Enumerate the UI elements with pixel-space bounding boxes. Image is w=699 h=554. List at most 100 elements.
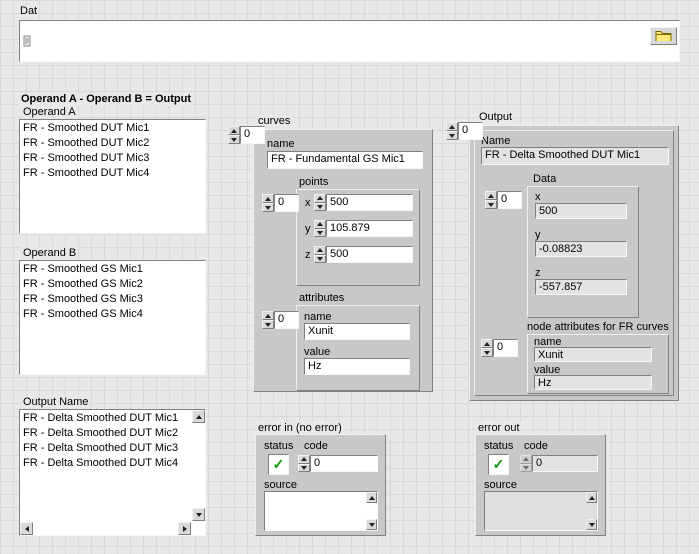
data-cluster: x 500 y -0.08823 z -557.857 — [527, 186, 639, 318]
scroll-down-button[interactable] — [366, 519, 377, 530]
points-index-control: 0 — [262, 194, 299, 212]
index-decrement-button[interactable] — [481, 348, 493, 357]
data-index-field[interactable]: 0 — [497, 191, 522, 209]
status-label: status — [264, 440, 293, 453]
operand-b-label: Operand B — [21, 247, 78, 260]
arrow-down-icon — [369, 523, 375, 527]
list-item[interactable]: FR - Delta Smoothed DUT Mic2 — [20, 425, 205, 440]
check-icon: ✓ — [493, 456, 505, 473]
decrement-button[interactable] — [298, 464, 310, 473]
check-icon: ✓ — [273, 456, 285, 473]
dat-label: Dat — [18, 5, 39, 18]
attribute-value-input[interactable]: Hz — [304, 358, 410, 375]
labview-front-panel: Dat Operand A - Operand B = Output Opera… — [0, 0, 699, 554]
arrow-up-icon — [449, 125, 455, 129]
scroll-down-button[interactable] — [586, 519, 597, 530]
increment-button[interactable] — [298, 455, 310, 464]
list-item[interactable]: FR - Smoothed GS Mic1 — [20, 261, 205, 276]
increment-button[interactable] — [314, 220, 326, 229]
arrow-up-icon — [317, 196, 323, 200]
index-decrement-button[interactable] — [262, 320, 274, 329]
code-spinner — [520, 455, 532, 472]
decrement-button[interactable] — [314, 229, 326, 238]
decrement-button — [520, 464, 532, 473]
node-attributes-index-control: 0 — [481, 339, 518, 357]
y-value: -0.08823 — [535, 241, 627, 257]
x-input[interactable]: 500 — [326, 194, 413, 211]
index-decrement-button[interactable] — [262, 203, 274, 212]
decrement-button[interactable] — [314, 203, 326, 212]
index-decrement-button[interactable] — [485, 200, 497, 209]
increment-button — [520, 455, 532, 464]
scroll-right-button[interactable] — [178, 522, 191, 535]
increment-button[interactable] — [314, 194, 326, 203]
index-increment-button[interactable] — [481, 339, 493, 348]
error-in-status-led[interactable]: ✓ — [268, 454, 289, 475]
z-value: -557.857 — [535, 279, 627, 295]
curves-index-field[interactable]: 0 — [240, 126, 265, 144]
index-increment-button[interactable] — [228, 126, 240, 135]
index-increment-button[interactable] — [446, 122, 458, 131]
output-name-label: Output Name — [21, 396, 90, 409]
code-spinner — [298, 455, 310, 472]
arrow-up-icon — [196, 415, 202, 419]
output-name-listbox[interactable]: FR - Delta Smoothed DUT Mic1 FR - Delta … — [19, 409, 206, 536]
error-in-source-input[interactable] — [264, 491, 378, 531]
node-attributes-index-field[interactable]: 0 — [493, 339, 518, 357]
code-label: code — [304, 440, 328, 453]
dat-path-input[interactable] — [19, 20, 680, 62]
x-label: x — [305, 197, 311, 210]
x-value: 500 — [535, 203, 627, 219]
index-decrement-button[interactable] — [446, 131, 458, 140]
points-index-field[interactable]: 0 — [274, 194, 299, 212]
z-input[interactable]: 500 — [326, 246, 413, 263]
decrement-button[interactable] — [314, 255, 326, 264]
points-label: points — [299, 176, 328, 189]
output-name-field: FR - Delta Smoothed DUT Mic1 — [481, 147, 669, 165]
y-input[interactable]: 105.879 — [326, 220, 413, 237]
list-item[interactable]: FR - Smoothed GS Mic3 — [20, 291, 205, 306]
attribute-name-input[interactable]: Xunit — [304, 323, 410, 340]
curve-name-input[interactable]: FR - Fundamental GS Mic1 — [267, 151, 423, 169]
error-out-code-value: 0 — [532, 455, 598, 472]
list-item[interactable]: FR - Smoothed DUT Mic4 — [20, 165, 205, 180]
list-item[interactable]: FR - Smoothed DUT Mic3 — [20, 150, 205, 165]
output-element-cluster: Name FR - Delta Smoothed DUT Mic1 Data 0… — [474, 130, 674, 396]
scroll-up-button[interactable] — [366, 492, 377, 503]
scroll-down-button[interactable] — [192, 508, 205, 521]
arrow-down-icon — [231, 138, 237, 142]
list-item[interactable]: FR - Delta Smoothed DUT Mic1 — [20, 410, 205, 425]
index-increment-button[interactable] — [485, 191, 497, 200]
list-item[interactable]: FR - Delta Smoothed DUT Mic3 — [20, 440, 205, 455]
arrow-down-icon — [301, 466, 307, 470]
list-item[interactable]: FR - Delta Smoothed DUT Mic4 — [20, 455, 205, 470]
node-attributes-cluster: name Xunit value Hz — [527, 334, 669, 394]
list-item[interactable]: FR - Smoothed DUT Mic1 — [20, 120, 205, 135]
increment-button[interactable] — [314, 246, 326, 255]
attributes-index-field[interactable]: 0 — [274, 311, 299, 329]
browse-button[interactable] — [650, 27, 677, 45]
list-item[interactable]: FR - Smoothed GS Mic4 — [20, 306, 205, 321]
output-index-field[interactable]: 0 — [458, 122, 483, 140]
operand-b-listbox[interactable]: FR - Smoothed GS Mic1 FR - Smoothed GS M… — [19, 260, 206, 375]
status-label: status — [484, 440, 513, 453]
arrow-down-icon — [265, 323, 271, 327]
arrow-up-icon — [265, 197, 271, 201]
error-in-code-input[interactable]: 0 — [310, 455, 378, 472]
arrow-down-icon — [449, 134, 455, 138]
attributes-cluster: name Xunit value Hz — [296, 305, 420, 391]
operand-a-listbox[interactable]: FR - Smoothed DUT Mic1 FR - Smoothed DUT… — [19, 119, 206, 234]
index-increment-button[interactable] — [262, 311, 274, 320]
list-item[interactable]: FR - Smoothed DUT Mic2 — [20, 135, 205, 150]
scroll-left-button[interactable] — [20, 522, 33, 535]
arrow-up-icon — [265, 314, 271, 318]
data-index-control: 0 — [485, 191, 522, 209]
points-cluster: x 500 y 105.879 z 500 — [296, 189, 420, 286]
index-decrement-button[interactable] — [228, 135, 240, 144]
folder-icon — [655, 29, 672, 44]
index-increment-button[interactable] — [262, 194, 274, 203]
list-item[interactable]: FR - Smoothed GS Mic2 — [20, 276, 205, 291]
arrow-down-icon — [589, 523, 595, 527]
scroll-up-button[interactable] — [586, 492, 597, 503]
scroll-up-button[interactable] — [192, 410, 205, 423]
